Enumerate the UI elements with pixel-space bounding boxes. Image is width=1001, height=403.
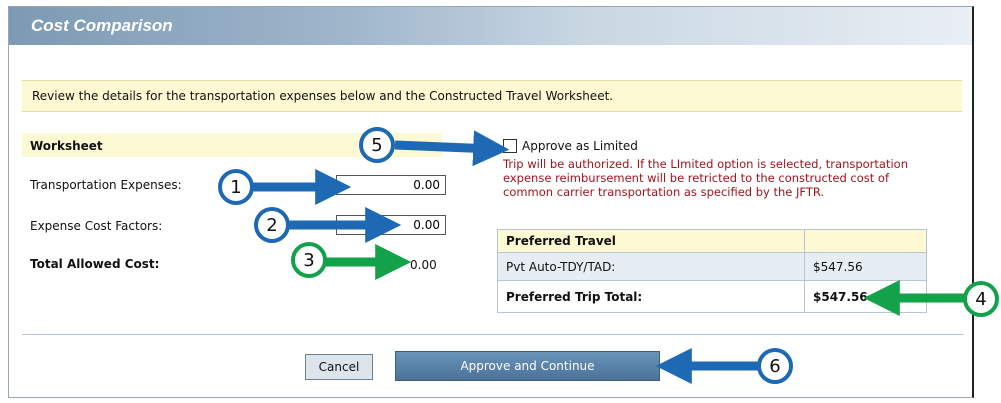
- callout-marker-2: 2: [254, 207, 290, 243]
- arrow-icon: [394, 130, 510, 167]
- callout-marker-3: 3: [291, 242, 327, 278]
- callout-marker-5: 5: [359, 127, 395, 163]
- callout-marker-1: 1: [218, 169, 254, 205]
- callout-marker-4: 4: [963, 281, 999, 317]
- callout-marker-6: 6: [757, 348, 793, 384]
- callout-arrows: [252, 130, 973, 384]
